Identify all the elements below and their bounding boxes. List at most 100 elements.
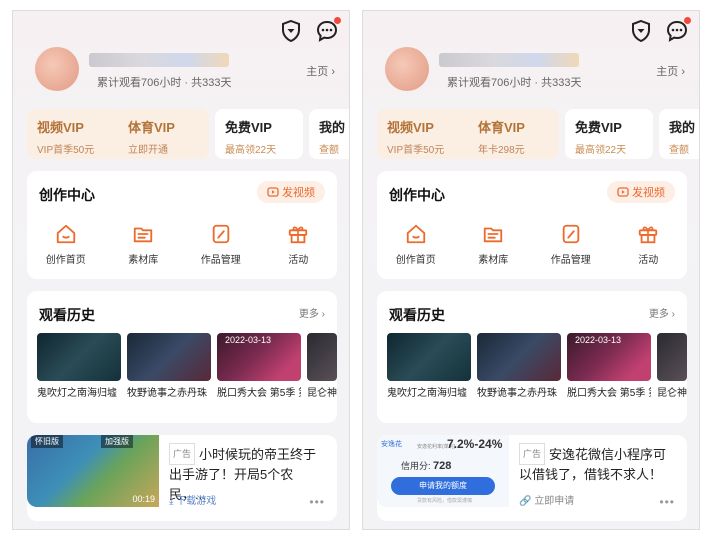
finance-risk-note: 贷款有风险，借款需谨慎 bbox=[417, 498, 473, 504]
gift-icon bbox=[639, 226, 658, 244]
folder-icon bbox=[134, 227, 153, 243]
tool-activities[interactable]: 活动 bbox=[618, 223, 678, 266]
home-icon bbox=[406, 224, 425, 244]
apply-now-link[interactable]: 🔗 立即申请 bbox=[519, 492, 574, 507]
vip-gold-card: 视频VIP VIP首季50元 体育VIP 立即开通 bbox=[27, 109, 209, 159]
edit-icon bbox=[562, 224, 579, 244]
avatar[interactable] bbox=[35, 47, 79, 91]
apply-quota-button: 申请我的额度 bbox=[391, 477, 495, 495]
download-label: 下载游戏 bbox=[176, 496, 217, 507]
video-vip-card[interactable]: 视频VIP VIP首季50元 bbox=[27, 109, 118, 159]
link-icon: 🔗 bbox=[519, 496, 535, 507]
watch-stats: 累计观看706小时 · 共333天 bbox=[447, 77, 582, 89]
vip-sub: VIP首季50元 bbox=[37, 145, 95, 156]
creation-center-title: 创作中心 bbox=[389, 187, 445, 203]
ad-card[interactable]: 安逸花 安逸花利率(单利) 7.2%-24% 信用分: 728 申请我的额度 贷… bbox=[377, 435, 687, 521]
finance-logo: 安逸花 bbox=[381, 441, 402, 448]
vip-title: 视频VIP bbox=[37, 120, 84, 135]
watch-history-title: 观看历史 bbox=[389, 307, 445, 323]
history-item-title: 脱口秀大会 第5季 第3期上：张杰... bbox=[217, 388, 301, 399]
history-item-title: 鬼吹灯之南海归墟 bbox=[37, 388, 117, 399]
tool-material-library[interactable]: 素材库 bbox=[113, 223, 173, 266]
credit-score-label: 信用分: bbox=[401, 461, 431, 471]
edit-icon bbox=[212, 224, 229, 244]
sports-vip-card[interactable]: 体育VIP 立即开通 bbox=[118, 109, 209, 159]
publish-video-button[interactable]: 发视频 bbox=[607, 181, 675, 203]
tool-creation-home[interactable]: 创作首页 bbox=[386, 223, 446, 266]
homepage-link[interactable]: 主页 › bbox=[656, 63, 685, 79]
publish-video-button[interactable]: 发视频 bbox=[257, 181, 325, 203]
tool-label: 素材库 bbox=[478, 255, 509, 266]
tool-label: 创作首页 bbox=[45, 255, 86, 266]
username-blurred bbox=[89, 53, 229, 67]
thumbnail-image bbox=[307, 333, 337, 381]
gift-icon bbox=[289, 226, 308, 244]
ad-tag: 广告 bbox=[519, 443, 546, 465]
history-list: 鬼吹灯之南海归墟 牧野诡事之赤丹珠 2022-03-13 脱口秀大会 第5季 第… bbox=[37, 333, 337, 401]
history-item-title: 昆仑神 bbox=[307, 388, 337, 399]
free-vip-card[interactable]: 免费VIP 最高领22天 bbox=[565, 109, 653, 159]
message-icon[interactable] bbox=[665, 17, 691, 43]
history-item[interactable]: 2022-03-13 脱口秀大会 第5季 第3期上：张杰... bbox=[217, 333, 301, 401]
avatar[interactable] bbox=[385, 47, 429, 91]
apply-label: 立即申请 bbox=[534, 496, 575, 507]
history-item-title: 昆仑神 bbox=[657, 388, 687, 399]
message-icon[interactable] bbox=[315, 17, 341, 43]
free-vip-card[interactable]: 免费VIP 最高领22天 bbox=[215, 109, 303, 159]
creation-center-card: 创作中心 发视频 创作首页 素材库 作品管理 活动 bbox=[377, 171, 687, 279]
shield-icon[interactable] bbox=[279, 19, 303, 43]
vip-title: 体育VIP bbox=[128, 120, 175, 135]
ad-tag: 广告 bbox=[169, 443, 196, 465]
history-item[interactable]: 昆仑神 bbox=[307, 333, 337, 401]
date-stamp: 2022-03-13 bbox=[575, 335, 622, 345]
sports-vip-card[interactable]: 体育VIP 年卡298元 bbox=[468, 109, 559, 159]
thumbnail-image: 2022-03-13 bbox=[217, 333, 301, 381]
creation-tools: 创作首页 素材库 作品管理 活动 bbox=[377, 223, 687, 266]
shield-icon[interactable] bbox=[629, 19, 653, 43]
finance-ad-image: 安逸花 安逸花利率(单利) 7.2%-24% 信用分: 728 申请我的额度 贷… bbox=[377, 435, 509, 507]
publish-video-label: 发视频 bbox=[632, 187, 665, 199]
tool-label: 素材库 bbox=[128, 255, 159, 266]
vip-sub: VIP首季50元 bbox=[387, 145, 445, 156]
history-item-title: 牧野诡事之赤丹珠 bbox=[127, 388, 207, 399]
finance-rate: 7.2%-24% bbox=[447, 437, 503, 451]
video-duration: 00:19 bbox=[132, 494, 155, 504]
credit-score-value: 728 bbox=[433, 460, 452, 472]
game-ad-image: 怀旧版 加强版 00:19 bbox=[27, 435, 159, 507]
history-item[interactable]: 牧野诡事之赤丹珠 bbox=[127, 333, 211, 401]
vip-title: 体育VIP bbox=[478, 120, 525, 135]
thumbnail-image bbox=[387, 333, 471, 381]
history-item[interactable]: 昆仑神 bbox=[657, 333, 687, 401]
ad-card[interactable]: 怀旧版 加强版 00:19 广告 小时候玩的帝王终于出手游了！开局5个农民，...… bbox=[27, 435, 337, 521]
history-item-title: 鬼吹灯之南海归墟 bbox=[387, 388, 467, 399]
history-item[interactable]: 鬼吹灯之南海归墟 bbox=[387, 333, 471, 401]
more-options-icon[interactable]: ••• bbox=[659, 495, 675, 509]
vip-sub: 年卡298元 bbox=[478, 145, 525, 156]
tool-works-management[interactable]: 作品管理 bbox=[191, 223, 251, 266]
thumbnail-image: 2022-03-13 bbox=[567, 333, 651, 381]
history-item-title: 牧野诡事之赤丹珠 bbox=[477, 388, 557, 399]
tool-works-management[interactable]: 作品管理 bbox=[541, 223, 601, 266]
more-link[interactable]: 更多 › bbox=[299, 305, 325, 320]
history-item[interactable]: 牧野诡事之赤丹珠 bbox=[477, 333, 561, 401]
my-card[interactable]: 我的 查额 bbox=[659, 109, 699, 159]
tool-material-library[interactable]: 素材库 bbox=[463, 223, 523, 266]
video-vip-card[interactable]: 视频VIP VIP首季50元 bbox=[377, 109, 468, 159]
tool-label: 作品管理 bbox=[550, 255, 591, 266]
vip-title: 免费VIP bbox=[575, 120, 622, 135]
history-item[interactable]: 鬼吹灯之南海归墟 bbox=[37, 333, 121, 401]
more-link[interactable]: 更多 › bbox=[649, 305, 675, 320]
thumbnail-image bbox=[37, 333, 121, 381]
my-card[interactable]: 我的 查额 bbox=[309, 109, 349, 159]
tool-activities[interactable]: 活动 bbox=[268, 223, 328, 266]
vip-sub: 最高领22天 bbox=[575, 145, 627, 156]
tool-creation-home[interactable]: 创作首页 bbox=[36, 223, 96, 266]
home-icon bbox=[56, 224, 75, 244]
homepage-link[interactable]: 主页 › bbox=[306, 63, 335, 79]
vip-sub: 立即开通 bbox=[128, 145, 168, 156]
more-options-icon[interactable]: ••• bbox=[309, 495, 325, 509]
watch-stats: 累计观看706小时 · 共333天 bbox=[97, 77, 232, 89]
thumbnail-image bbox=[657, 333, 687, 381]
history-item[interactable]: 2022-03-13 脱口秀大会 第5季 第3期上：张杰... bbox=[567, 333, 651, 401]
download-game-link[interactable]: ⤓ 下载游戏 bbox=[169, 492, 216, 507]
